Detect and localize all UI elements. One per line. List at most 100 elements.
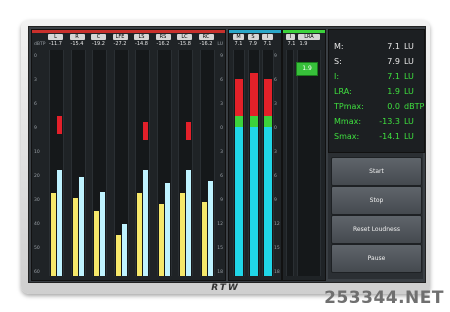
channel-label-rs: RS [155,34,171,40]
loudness-value-i: 7.1 [263,41,272,47]
channel-value-r: -15.4 [70,41,84,47]
channel-bar-low [137,193,142,276]
readout-label: Smax: [334,132,360,141]
readout-row: LRA: 1.9 LU [334,87,422,97]
start-button[interactable]: Start [331,157,422,186]
readout-value: 7.1 [387,42,400,51]
channel-peak-indicator [186,122,191,140]
loudness-scale-tick: 0 [274,126,277,131]
loudness-bar-red [249,73,258,116]
channel-bar-high [78,177,84,276]
readout-row: S: 7.9 LU [334,57,422,67]
loudness-meter-i [262,50,274,276]
loudness-label-m: M [233,34,244,40]
integrated-meter [286,50,294,276]
channel-bar-low [51,193,56,276]
readout-unit: LU [404,87,414,96]
dbtp-scale-tick: 60 [34,270,40,275]
loudness-bar-red [235,79,243,116]
dbtp-scale-tick: 10 [34,150,40,155]
dbtp-unit-label: dBTP [34,42,46,47]
lra-range-box: 1.9 [296,62,318,76]
channel-bar-low [115,235,121,276]
loudness-scale-tick: 3 [274,150,277,155]
channel-value-lfe: -27.2 [113,41,127,47]
channel-meter-c [92,50,107,276]
lu-scale-tick: 3 [220,102,223,107]
readout-label: TPmax: [334,102,364,111]
channel-value-ls: -14.8 [135,41,148,47]
channel-peak-indicator [143,122,148,140]
readout-row: Mmax: -13.3 LU [334,117,422,127]
panel-top-strip [283,30,325,33]
channel-bar-high [164,183,170,276]
readout-value: 1.9 [387,87,400,96]
lu-scale-tick: 6 [220,174,223,179]
loudness-scale-tick: 15 [274,246,280,251]
channel-value-l: -11.7 [49,41,62,47]
dbtp-scale-tick: 9 [34,126,37,131]
loudness-meter-s [247,50,260,276]
channel-value-c: -19.2 [92,41,105,47]
channel-meter-l [49,50,64,276]
readout-label: I: [334,72,340,81]
readout-unit: LU [404,72,414,81]
readout-row: M: 7.1 LU [334,42,422,52]
pause-button[interactable]: Pause [331,244,422,273]
panel-top-strip [32,30,225,33]
channel-value-rc: -16.2 [199,41,213,47]
lu-scale-tick: 9 [220,198,223,203]
meter-screen: dBTP LU 0 3 6 9 10 20 30 40 50 60 9 6 3 0 3 6 9 12 15 18 L -11.… [28,26,426,283]
loudness-scale-tick: 3 [274,102,277,107]
lu-scale-tick: 15 [217,246,223,251]
channel-label-rc: RC [198,34,214,40]
loudness-bar-cyan [249,127,258,276]
readout-label: M: [334,42,344,51]
control-buttons: Start Stop Reset Loudness Pause [328,153,423,279]
readout-value: 7.1 [387,72,400,81]
lu-scale-tick: 6 [220,78,223,83]
loudness-scale-tick: 12 [274,222,280,227]
channel-label-ls: LS [134,34,149,40]
reset-loudness-button[interactable]: Reset Loudness [331,215,422,244]
stop-button[interactable]: Stop [331,186,422,215]
lu-scale-tick: 12 [217,222,223,227]
dbtp-scale-tick: 0 [34,54,37,59]
readout-label: S: [334,57,342,66]
lra-panel-label-lra: LRA [298,34,320,40]
dbtp-scale-tick: 20 [34,174,40,179]
channel-bar-low [201,202,207,276]
channel-meters-panel: dBTP LU 0 3 6 9 10 20 30 40 50 60 9 6 3 0 3 6 9 12 15 18 L -11.… [31,29,226,281]
loudness-label-i: I [262,34,273,40]
channel-label-lc: LC [177,34,192,40]
panel-top-strip [229,30,281,33]
channel-bar-high [121,224,127,276]
loudness-bar-red [264,79,272,116]
channel-bar-high [100,192,105,276]
readout-label: Mmax: [334,117,362,126]
loudness-label-s: S [247,34,259,40]
channel-meter-r [70,50,86,276]
readout-unit: LU [404,132,414,141]
loudness-bar-cyan [235,127,243,276]
readout-row: Smax: -14.1 LU [334,132,422,142]
readout-label: LRA: [334,87,352,96]
lu-scale-tick: 18 [217,270,223,275]
channel-bar-high [143,170,148,276]
dbtp-scale-tick: 30 [34,198,40,203]
readout-row: I: 7.1 LU [334,72,422,82]
loudness-scale-tick: 6 [274,174,277,179]
loudness-bar-green [235,116,243,127]
dbtp-scale-tick: 40 [34,222,40,227]
lu-scale-tick: 9 [220,54,223,59]
rtw-loudness-meter-device: dBTP LU 0 3 6 9 10 20 30 40 50 60 9 6 3 0 3 6 9 12 15 18 L -11.… [21,20,430,294]
loudness-bar-green [249,116,258,127]
readout-value: 0.0 [387,102,400,111]
readout-unit: LU [404,117,414,126]
dbtp-scale-tick: 6 [34,102,37,107]
loudness-scale-tick: 9 [274,54,277,59]
watermark: 253344.NET [324,288,444,308]
dbtp-scale-tick: 50 [34,246,40,251]
lra-panel-label-i: I [286,34,295,40]
readout-value: 7.9 [387,57,400,66]
